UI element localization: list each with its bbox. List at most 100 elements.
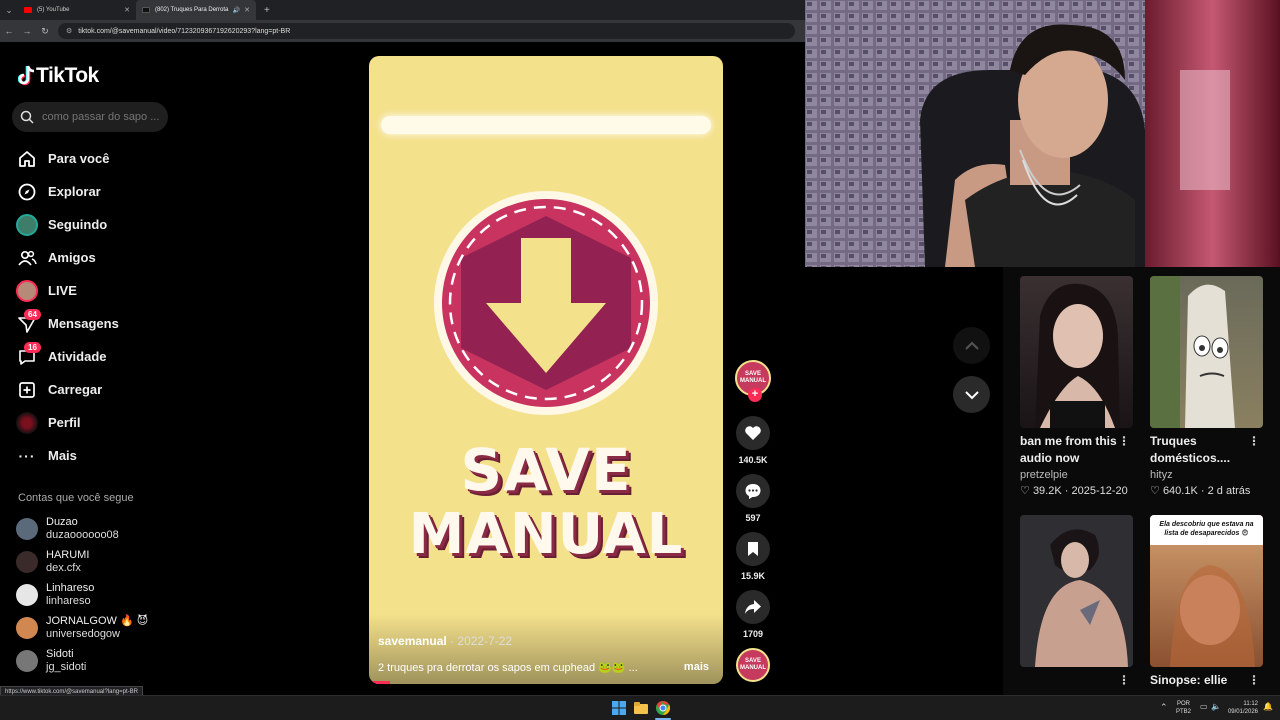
tab-tiktok[interactable]: (802) Truques Para Derrota 🔊 ✕ — [136, 0, 256, 20]
like-button[interactable] — [736, 416, 770, 450]
search-box[interactable] — [12, 102, 168, 132]
forward-icon[interactable]: → — [18, 26, 36, 36]
video-meta: ♡ 640.1K · 2 d atrás — [1150, 484, 1264, 497]
tray-chevron-up-icon[interactable]: ⌃ — [1160, 702, 1168, 713]
share-action: 1709 — [734, 590, 772, 639]
tab-title: (5) YouTube — [37, 7, 70, 13]
account-name: Duzao — [46, 515, 78, 528]
nav-explorar[interactable]: Explorar — [16, 175, 119, 208]
author-name[interactable]: savemanual — [378, 634, 447, 648]
site-info-icon[interactable]: ⚙ — [66, 27, 72, 35]
download-arrow-graphic — [431, 188, 661, 423]
url-field[interactable]: ⚙ tiktok.com/@savemanual/video/712320936… — [58, 23, 795, 39]
following-account[interactable]: Linhareso linhareso — [16, 578, 148, 611]
video-date: 2025-12-20 — [1071, 485, 1128, 497]
video-thumbnail[interactable]: Ela descobriu que estava na lista de des… — [1150, 515, 1263, 667]
nav-live[interactable]: LIVE — [16, 274, 119, 307]
nav-perfil[interactable]: Perfil — [16, 406, 119, 439]
keyboard-layout: PTB2 — [1176, 709, 1192, 715]
save-button[interactable] — [736, 532, 770, 566]
tab-close-icon[interactable]: ✕ — [124, 6, 130, 14]
video-progress-bar[interactable] — [369, 681, 391, 684]
search-input[interactable] — [42, 111, 160, 123]
nav-label: Para você — [48, 151, 110, 166]
video-banner-bar — [381, 116, 711, 134]
recommended-video-card[interactable]: ⋮ — [1020, 515, 1134, 687]
clock-date: 09/01/2026 — [1227, 709, 1258, 715]
nav-mensagens[interactable]: 64 Mensagens — [16, 307, 119, 340]
file-explorer-icon[interactable] — [634, 701, 649, 716]
network-icon[interactable]: ▭ — [1200, 702, 1208, 711]
nav-atividade[interactable]: 16 Atividade — [16, 340, 119, 373]
nav-amigos[interactable]: Amigos — [16, 241, 119, 274]
video-user[interactable]: hityz — [1150, 469, 1264, 481]
nav-mais[interactable]: ··· Mais — [16, 439, 119, 472]
following-account[interactable]: Duzao duzaoooooo08 — [16, 512, 148, 545]
video-thumbnail[interactable] — [1020, 515, 1133, 667]
share-count: 1709 — [742, 629, 764, 639]
comment-button[interactable] — [736, 474, 770, 508]
nav-seguindo[interactable]: Seguindo — [16, 208, 119, 241]
upload-icon — [16, 379, 38, 401]
recommended-video-card[interactable]: Ela descobriu que estava na lista de des… — [1150, 515, 1264, 689]
next-video-button[interactable] — [953, 376, 990, 413]
heart-icon — [745, 426, 761, 440]
language-indicator[interactable]: POR PTB2 — [1176, 700, 1191, 716]
share-button[interactable] — [736, 590, 770, 624]
nav-carregar[interactable]: Carregar — [16, 373, 119, 406]
sound-disc-text: SAVE MANUAL — [740, 658, 766, 671]
tab-search-icon[interactable]: ⌄ — [0, 0, 18, 20]
live-avatar — [16, 279, 38, 302]
previous-video-button[interactable] — [953, 327, 990, 364]
tab-youtube[interactable]: (5) YouTube ✕ — [18, 0, 136, 20]
windows-start-icon[interactable] — [612, 701, 627, 716]
chrome-icon[interactable] — [656, 700, 671, 716]
tiktok-logo[interactable]: TikTok — [18, 64, 99, 88]
creator-avatar[interactable]: SAVE MANUAL + — [735, 360, 771, 402]
video-thumbnail[interactable] — [1020, 276, 1133, 428]
more-options-icon[interactable]: ⋮ — [1248, 673, 1260, 687]
comment-icon — [745, 484, 761, 499]
clock[interactable]: 11:12 09/01/2026 — [1226, 700, 1258, 716]
recommended-videos: ban me from this audio now ⋮ pretzelpie … — [1003, 267, 1280, 695]
speaker-icon[interactable]: 🔊 — [233, 7, 240, 14]
compass-icon — [16, 181, 38, 203]
following-account[interactable]: Sidoti jg_sidoti — [16, 644, 148, 677]
caption-more-button[interactable]: mais — [684, 661, 709, 673]
following-list: Duzao duzaoooooo08 HARUMI dex.cfx Linhares… — [16, 512, 148, 677]
recommended-video-card[interactable]: ban me from this audio now ⋮ pretzelpie … — [1020, 276, 1134, 497]
sound-disc[interactable]: SAVE MANUAL — [736, 648, 770, 682]
recommended-video-card[interactable]: Truques domésticos.... ⋮ hityz ♡ 640.1K … — [1150, 276, 1264, 497]
account-handle: duzaoooooo08 — [46, 528, 119, 541]
new-tab-button[interactable]: + — [264, 5, 270, 16]
nav-label: LIVE — [48, 283, 77, 298]
account-name: Linhareso — [46, 581, 95, 594]
notification-bell-icon[interactable]: 🔔 — [1263, 702, 1273, 711]
video-player[interactable]: SAVE MANUAL savemanual · 2022-7-22 2 tru… — [369, 56, 723, 684]
tab-close-icon[interactable]: ✕ — [244, 6, 250, 14]
follow-plus-icon[interactable]: + — [748, 388, 762, 402]
address-bar: ← → ↻ ⚙ tiktok.com/@savemanual/video/712… — [0, 20, 805, 42]
more-options-icon[interactable]: ⋮ — [1248, 434, 1260, 448]
save-action: 15.9K — [734, 532, 772, 581]
nav-para-voce[interactable]: Para você — [16, 142, 119, 175]
youtube-icon — [24, 7, 32, 13]
reload-icon[interactable]: ↻ — [36, 26, 54, 37]
avatar — [16, 583, 38, 606]
more-options-icon[interactable]: ⋮ — [1118, 434, 1130, 448]
video-user[interactable]: pretzelpie — [1020, 469, 1134, 481]
back-icon[interactable]: ← — [0, 26, 18, 36]
more-options-icon[interactable]: ⋮ — [1118, 673, 1130, 687]
home-icon — [16, 148, 38, 170]
sidebar: TikTok Para você Explorar Seguindo — [0, 42, 185, 682]
following-account[interactable]: JORNALGOW 🔥 😈 universedogow — [16, 611, 148, 644]
video-title: Truques domésticos.... — [1150, 434, 1231, 465]
video-thumbnail[interactable] — [1150, 276, 1263, 428]
volume-icon[interactable]: 🔈 — [1211, 702, 1221, 711]
account-handle: dex.cfx — [46, 561, 81, 574]
nav-label: Perfil — [48, 415, 81, 430]
following-account[interactable]: HARUMI dex.cfx — [16, 545, 148, 578]
account-name: HARUMI — [46, 548, 90, 561]
avatar — [16, 517, 38, 540]
heart-outline-icon: ♡ — [1150, 485, 1160, 497]
